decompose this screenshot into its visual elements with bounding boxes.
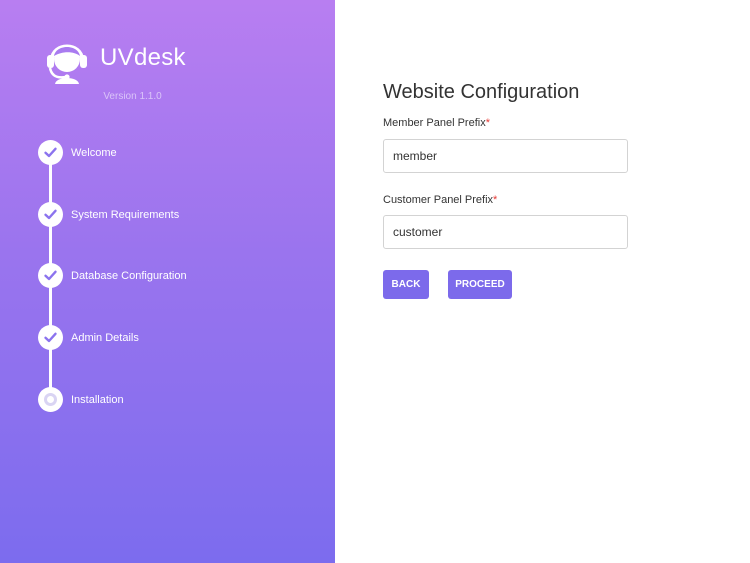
required-mark: * (493, 194, 498, 206)
step-label: Admin Details (71, 331, 139, 344)
step-label: System Requirements (71, 208, 180, 221)
step-label: Welcome (71, 146, 117, 159)
customer-prefix-label: Customer Panel Prefix* (383, 194, 497, 206)
step-admin-details: Admin Details (38, 325, 139, 350)
step-label: Installation (71, 393, 124, 406)
brand-name: UVdesk (100, 44, 186, 71)
version-label: Version 1.1.0 (103, 91, 162, 102)
brand: UVdesk (42, 32, 186, 84)
required-mark: * (485, 117, 490, 129)
step-installation: Installation (38, 387, 124, 412)
field-label-text: Customer Panel Prefix (383, 194, 494, 206)
back-button[interactable]: BACK (383, 270, 429, 299)
proceed-button[interactable]: PROCEED (448, 270, 512, 299)
field-label-text: Member Panel Prefix (383, 117, 486, 129)
support-agent-headset-icon (47, 44, 87, 84)
check-icon (38, 202, 63, 227)
member-prefix-input[interactable] (383, 139, 628, 173)
step-welcome: Welcome (38, 140, 117, 165)
step-system-requirements: System Requirements (38, 202, 179, 227)
member-prefix-label: Member Panel Prefix* (383, 117, 490, 129)
pending-step-icon (38, 387, 63, 412)
step-label: Database Configuration (71, 269, 187, 282)
installer-sidebar: UVdesk Version 1.1.0 Welcome System Requ… (0, 0, 335, 563)
check-icon (38, 140, 63, 165)
page-title: Website Configuration (383, 81, 580, 103)
customer-prefix-input[interactable] (383, 215, 628, 249)
step-database-configuration: Database Configuration (38, 263, 187, 288)
check-icon (38, 263, 63, 288)
check-icon (38, 325, 63, 350)
